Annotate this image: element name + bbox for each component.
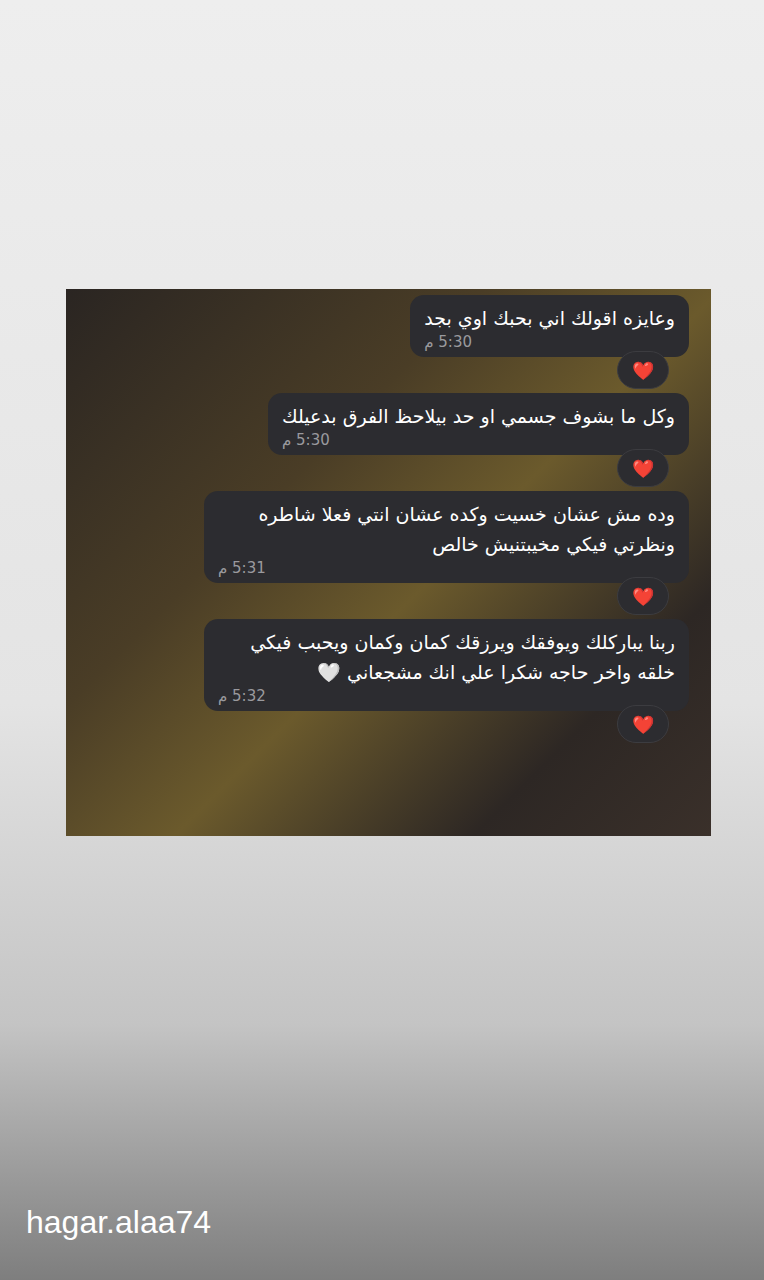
message-text: وعايزه اقولك اني بحبك اوي بجد — [424, 303, 675, 333]
message-text: وكل ما بشوف جسمي او حد بيلاحظ الفرق بدعي… — [282, 401, 675, 431]
message-time: 5:31 م — [218, 559, 266, 577]
message-text: ربنا يباركلك ويوفقك ويرزقك كمان وكمان وي… — [218, 627, 675, 687]
message-bubble[interactable]: وده مش عشان خسيت وكده عشان انتي فعلا شاط… — [204, 491, 689, 583]
reaction-badge[interactable]: ❤️ — [617, 351, 669, 389]
message-bubble[interactable]: وكل ما بشوف جسمي او حد بيلاحظ الفرق بدعي… — [268, 393, 689, 455]
story-username[interactable]: hagar.alaa74 — [0, 1202, 764, 1280]
reaction-badge[interactable]: ❤️ — [617, 705, 669, 743]
reaction-badge[interactable]: ❤️ — [617, 449, 669, 487]
chat-message: وعايزه اقولك اني بحبك اوي بجد5:30 م❤️ — [66, 295, 689, 389]
message-bubble[interactable]: ربنا يباركلك ويوفقك ويرزقك كمان وكمان وي… — [204, 619, 689, 711]
chat-screenshot: وعايزه اقولك اني بحبك اوي بجد5:30 م❤️وكل… — [66, 289, 711, 836]
reaction-badge[interactable]: ❤️ — [617, 577, 669, 615]
message-time: 5:30 م — [424, 333, 472, 351]
chat-message: وده مش عشان خسيت وكده عشان انتي فعلا شاط… — [66, 491, 689, 615]
story-page: وعايزه اقولك اني بحبك اوي بجد5:30 م❤️وكل… — [0, 0, 764, 1280]
message-bubble[interactable]: وعايزه اقولك اني بحبك اوي بجد5:30 م — [410, 295, 689, 357]
chat-message: ربنا يباركلك ويوفقك ويرزقك كمان وكمان وي… — [66, 619, 689, 743]
message-time: 5:32 م — [218, 687, 266, 705]
message-time: 5:30 م — [282, 431, 330, 449]
message-text: وده مش عشان خسيت وكده عشان انتي فعلا شاط… — [218, 499, 675, 559]
chat-message: وكل ما بشوف جسمي او حد بيلاحظ الفرق بدعي… — [66, 393, 689, 487]
